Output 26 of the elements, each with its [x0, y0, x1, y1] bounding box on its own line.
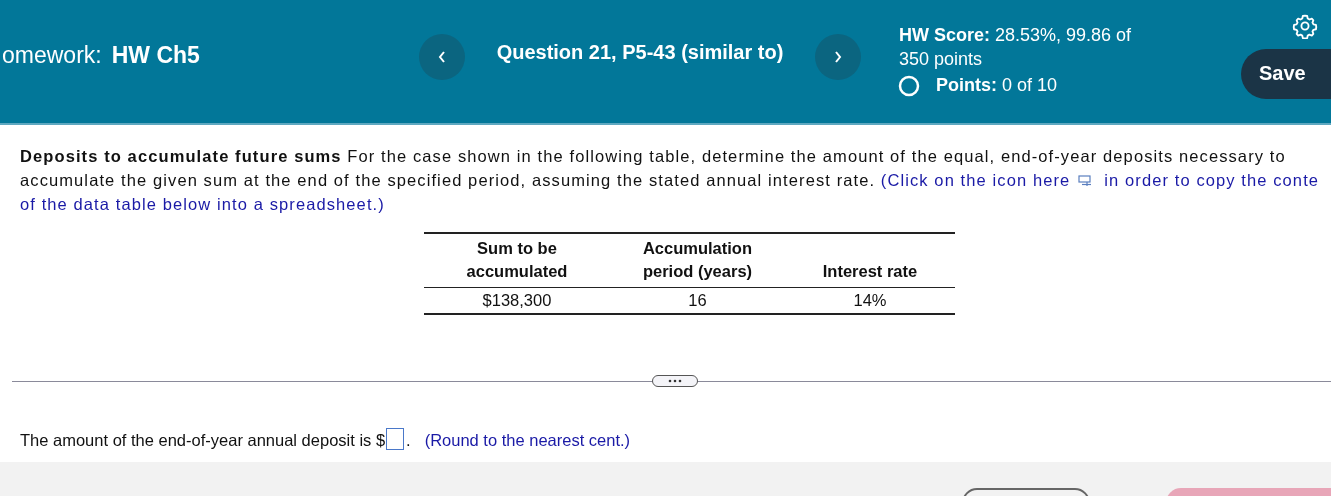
column-header: Sum to be accumulated [424, 233, 610, 288]
copy-link[interactable]: in order to copy the conte [1104, 171, 1320, 189]
homework-label: omework: [2, 42, 102, 69]
homework-name: HW Ch5 [111, 42, 200, 69]
more-icon [668, 379, 682, 383]
answer-prompt: The amount of the end-of-year annual deposit is $ [20, 431, 386, 450]
answer-period: . [406, 431, 411, 450]
table-cell: $138,300 [424, 287, 610, 314]
column-header: Interest rate [785, 233, 955, 288]
hw-score: HW Score: 28.53%, 99.86 of 350 points [899, 23, 1133, 71]
table-cell: 14% [785, 287, 955, 314]
expand-button[interactable] [652, 375, 698, 387]
rounding-hint: (Round to the nearest cent.) [424, 431, 631, 450]
copy-table-icon[interactable] [1078, 175, 1093, 187]
table-cell: 16 [610, 287, 785, 314]
answer-field[interactable] [386, 428, 405, 450]
copy-link[interactable]: (Click on the icon here [880, 171, 1071, 189]
points-text: Points: 0 of 10 [936, 75, 1058, 96]
copy-link[interactable]: of the data table below into a spreadsheet.) [20, 195, 385, 213]
problem-text: Deposits to accumulate future sums For the case shown in the following table, determine the amount of the equal, end-of-year deposits necessary to accumulate the given sum at the end of the specified period, assuming the stated annual interest rate. (Click on the icon here in order to copy the conte of the data table below into a spreadsheet.) [20, 146, 1321, 215]
column-header: Accumulation period (years) [610, 233, 785, 288]
save-button[interactable]: Save [1241, 48, 1331, 99]
chevron-right-icon [834, 50, 842, 63]
chevron-left-icon [438, 50, 446, 63]
settings-icon[interactable] [1292, 12, 1318, 39]
question-title: Question 21, P5-43 (similar to) [495, 41, 785, 64]
